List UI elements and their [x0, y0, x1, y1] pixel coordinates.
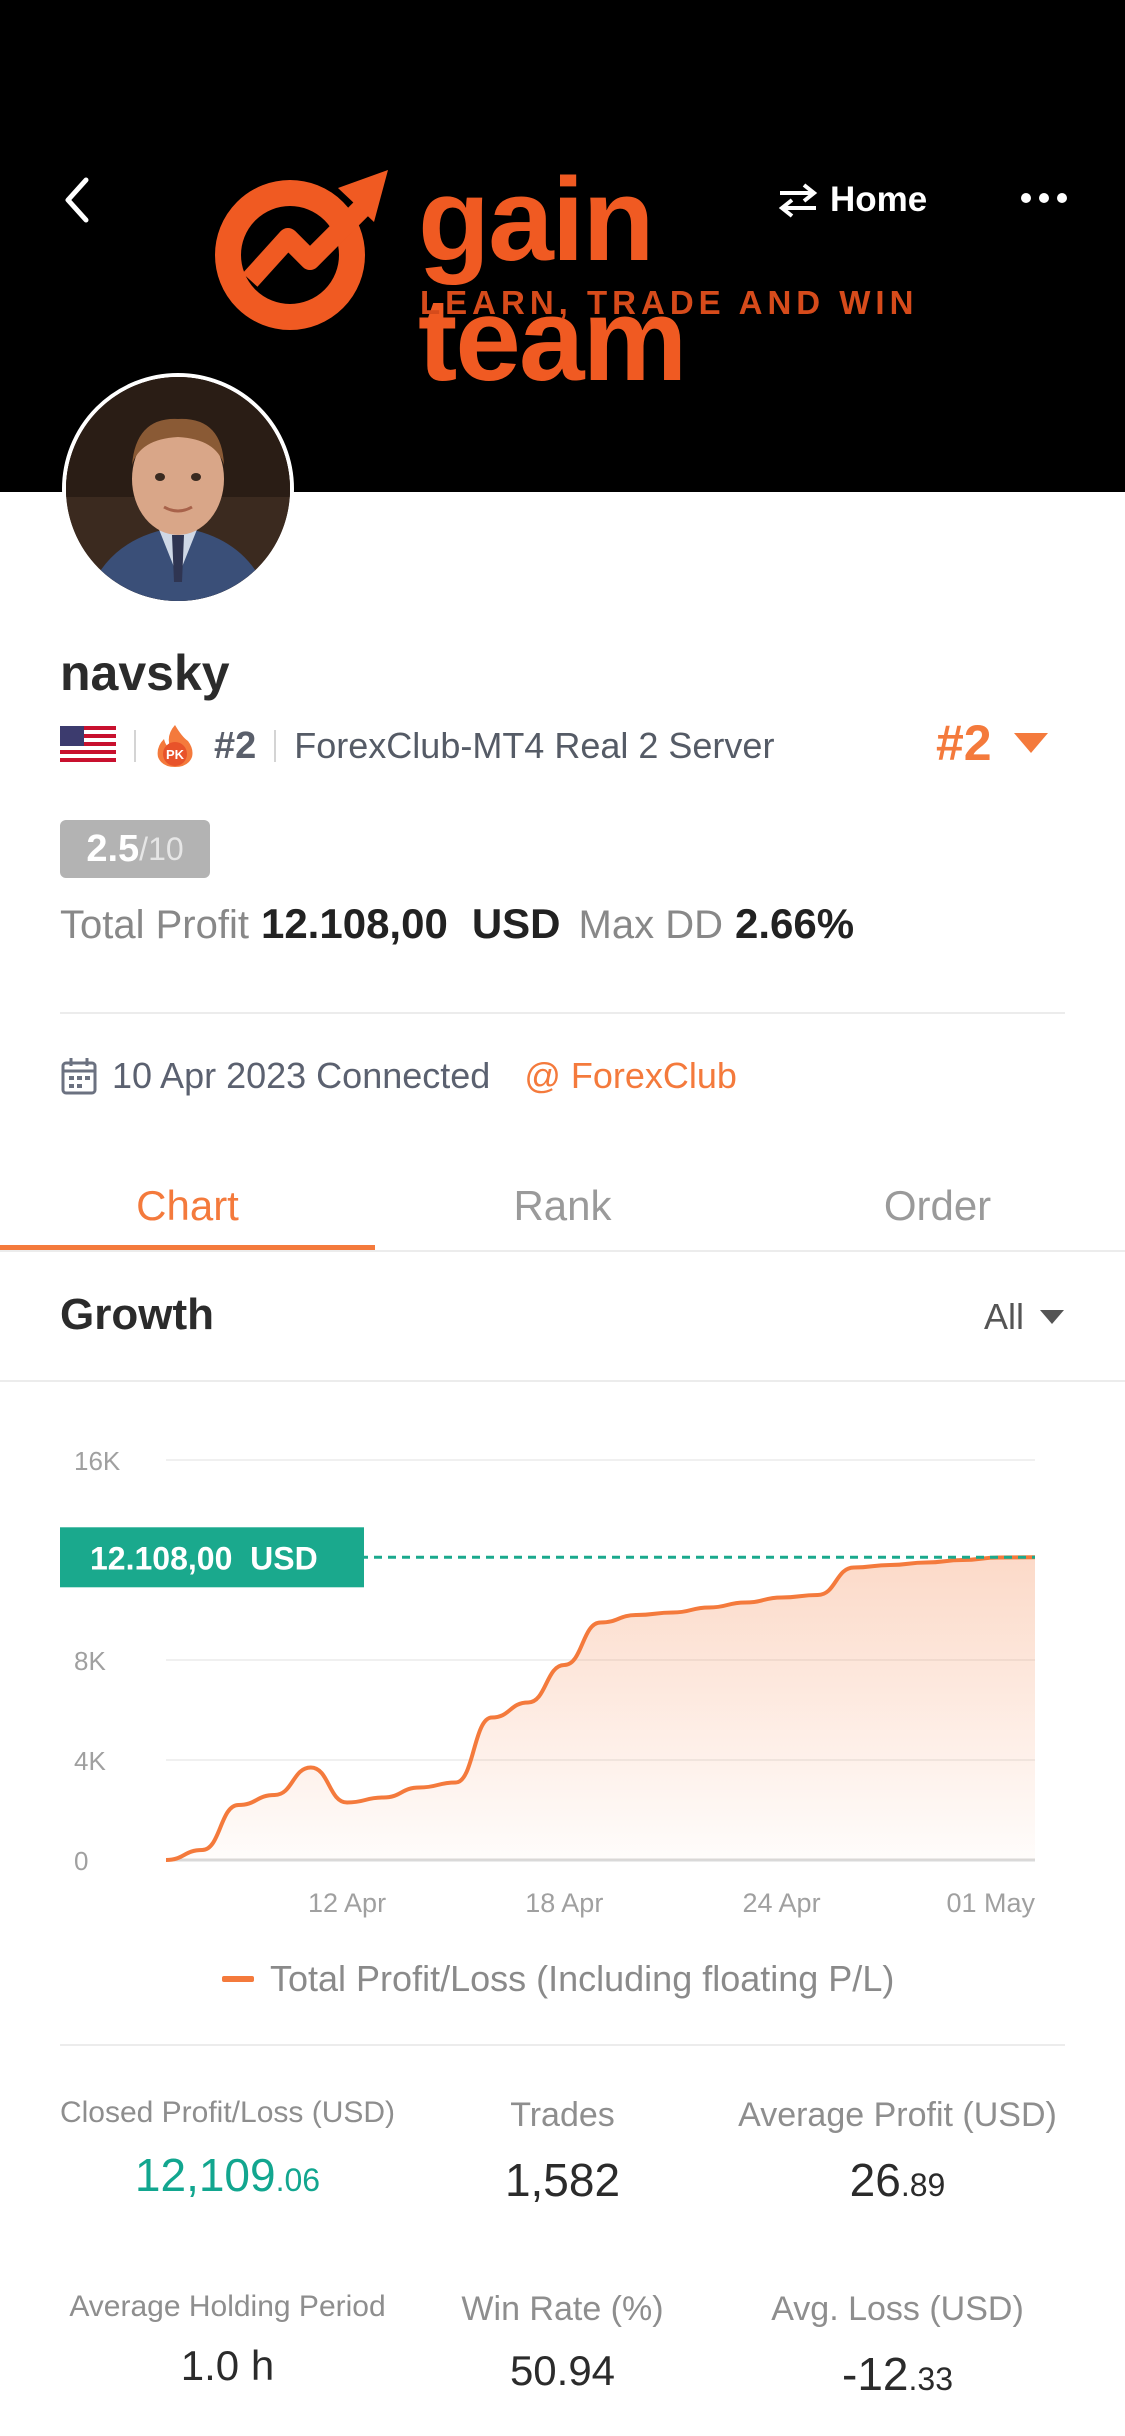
stat-avg-loss: Avg. Loss (USD) -12.33 — [710, 2290, 1085, 2401]
total-profit-unit: USD — [471, 900, 561, 947]
stat-average-holding: Average Holding Period 1.0 h — [40, 2290, 415, 2390]
stat-int: 50.94 — [509, 2347, 616, 2394]
caret-down-icon — [1040, 1310, 1065, 1324]
stat-trades: Trades 1,582 — [375, 2096, 750, 2207]
stat-int: 12,109 — [134, 2149, 276, 2201]
stat-average-profit: Average Profit (USD) 26.89 — [710, 2096, 1085, 2207]
swap-icon — [778, 183, 818, 218]
stat-int: 1,582 — [504, 2154, 621, 2206]
x-tick-label: 01 May — [946, 1888, 1035, 1918]
divider — [60, 1012, 1065, 1014]
x-tick-label: 18 Apr — [525, 1888, 603, 1918]
tab-bar-underline — [0, 1250, 1125, 1252]
stat-win-rate: Win Rate (%) 50.94 — [375, 2290, 750, 2395]
divider — [134, 730, 136, 762]
rank-big-value: #2 — [936, 715, 992, 771]
rank-small: #2 — [214, 724, 257, 767]
stat-value: 12,109.06 — [40, 2148, 415, 2202]
home-button[interactable]: Home — [776, 176, 927, 224]
stat-dec: .06 — [275, 2162, 321, 2198]
max-dd-value: 2.66% — [734, 900, 855, 947]
total-profit-value: 12.108,00 — [260, 900, 448, 947]
current-value-label: 12.108,00 USD — [90, 1540, 318, 1576]
username: navsky — [60, 645, 230, 701]
avatar-image — [66, 377, 290, 601]
stat-label: Win Rate (%) — [461, 2290, 664, 2328]
home-label: Home — [830, 180, 928, 219]
legend-label: Total Profit/Loss (Including floating P/… — [270, 1958, 895, 1999]
tab-bar: Chart Rank Order — [0, 1160, 1125, 1252]
max-dd-label: Max DD — [578, 903, 723, 947]
stat-dec: .33 — [908, 2361, 953, 2397]
stat-value: -12.33 — [710, 2347, 1085, 2401]
stat-closed-profit: Closed Profit/Loss (USD) 12,109.06 — [40, 2096, 415, 2202]
fire-badge-icon: PK — [157, 725, 193, 767]
stat-value: 26.89 — [710, 2153, 1085, 2207]
y-tick-label: 0 — [74, 1846, 88, 1876]
avatar — [62, 373, 294, 605]
range-label: All — [984, 1296, 1025, 1337]
tab-active-indicator — [0, 1245, 375, 1250]
stat-label: Average Profit (USD) — [738, 2096, 1057, 2134]
divider — [60, 2044, 1065, 2046]
tab-rank[interactable]: Rank — [375, 1160, 750, 1252]
growth-chart[interactable]: 0 4K 8K 16K 12.108,00 USD 12 Apr 18 Apr 24 Ap… — [0, 1420, 1125, 1920]
stat-label: Avg. Loss (USD) — [771, 2290, 1024, 2328]
growth-title: Growth — [60, 1290, 214, 1339]
logo-mark-icon — [215, 170, 388, 330]
x-tick-label: 12 Apr — [308, 1888, 386, 1918]
broker-link[interactable]: @ ForexClub — [524, 1055, 737, 1097]
tab-order[interactable]: Order — [750, 1160, 1125, 1252]
divider — [0, 1380, 1125, 1382]
stat-label: Closed Profit/Loss (USD) — [59, 2096, 396, 2129]
score-badge: 2.5 /10 — [60, 820, 210, 878]
range-selector[interactable]: All — [984, 1296, 1065, 1338]
current-value-tag: 12.108,00 USD — [60, 1527, 364, 1588]
us-flag-icon — [60, 726, 116, 766]
score-value: 2.5 — [86, 827, 140, 870]
stat-value: 50.94 — [375, 2347, 750, 2395]
stat-dec: .89 — [900, 2167, 946, 2203]
profile-meta-row: PK #2 ForexClub-MT4 Real 2 Server — [60, 718, 774, 774]
y-tick-label: 16K — [74, 1446, 121, 1476]
more-dots-icon[interactable] — [1020, 184, 1068, 212]
stat-label: Average Holding Period — [69, 2290, 386, 2323]
total-profit-label: Total Profit — [60, 903, 249, 947]
divider — [274, 730, 277, 762]
chart-legend: Total Profit/Loss (Including floating P/… — [222, 1958, 894, 2000]
y-tick-label: 4K — [74, 1746, 106, 1776]
stat-int: 26 — [849, 2154, 901, 2206]
x-tick-label: 24 Apr — [743, 1888, 821, 1918]
server-name: ForexClub-MT4 Real 2 Server — [294, 725, 775, 766]
caret-down-icon — [1013, 733, 1048, 753]
connected-date: 10 Apr 2023 Connected — [112, 1055, 491, 1096]
logo-tagline: LEARN, TRADE AND WIN — [420, 284, 919, 321]
fire-badge-text: PK — [166, 747, 185, 762]
profit-row: Total Profit 12.108,00 USD Max DD 2.66% — [60, 900, 854, 948]
y-tick-label: 8K — [74, 1646, 106, 1676]
connection-row: 10 Apr 2023 Connected @ ForexClub — [60, 1050, 737, 1102]
rank-dropdown[interactable]: #2 — [936, 714, 1048, 772]
stat-value: 1.0 h — [40, 2342, 415, 2390]
stat-int: -12 — [842, 2348, 909, 2400]
legend-swatch — [222, 1976, 254, 1982]
stat-value: 1,582 — [375, 2153, 750, 2207]
tab-chart[interactable]: Chart — [0, 1160, 375, 1252]
calendar-icon — [61, 1058, 97, 1095]
stat-int: 1.0 h — [180, 2342, 275, 2389]
chart-area-fill — [166, 1557, 1035, 1860]
chevron-left-icon[interactable] — [58, 170, 98, 230]
score-max: /10 — [139, 830, 184, 867]
stat-label: Trades — [510, 2096, 615, 2134]
